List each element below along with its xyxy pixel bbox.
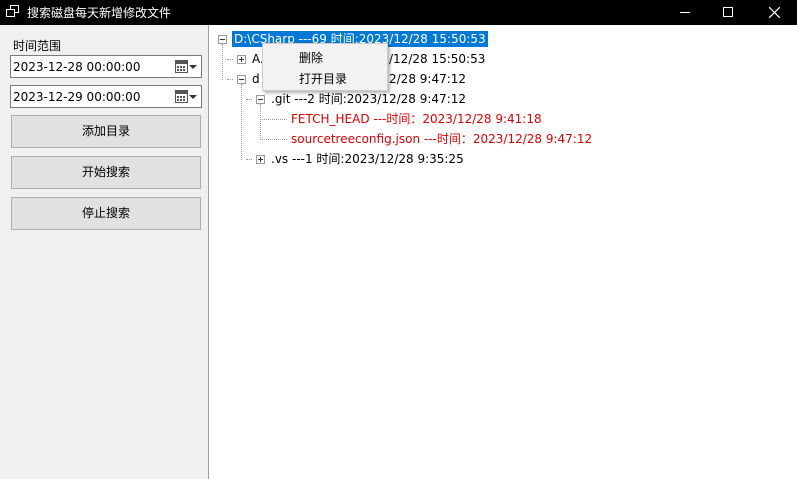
chevron-down-icon[interactable]	[189, 95, 197, 99]
minimize-icon	[680, 12, 690, 13]
tree-connector	[260, 139, 287, 140]
close-button[interactable]	[751, 0, 797, 25]
tree-connector	[246, 159, 252, 160]
maximize-icon	[723, 7, 733, 17]
add-directory-button[interactable]: 添加目录	[11, 115, 201, 148]
expand-toggle-icon[interactable]	[256, 155, 265, 164]
end-date-picker[interactable]: 2023-12-29 00:00:00	[10, 85, 202, 108]
end-date-value: 2023-12-29 00:00:00	[13, 90, 141, 104]
expand-toggle-icon[interactable]	[237, 55, 246, 64]
app-icon	[6, 5, 20, 18]
start-date-value: 2023-12-28 00:00:00	[13, 60, 141, 74]
tree-connector	[222, 44, 223, 80]
collapse-toggle-icon[interactable]	[256, 95, 265, 104]
menu-item-open-directory[interactable]: 打开目录	[299, 70, 347, 87]
tree-node-sourcetreeconfig[interactable]: sourcetreeconfig.json ---时间：2023/12/28 9…	[291, 131, 592, 147]
stop-search-button[interactable]: 停止搜索	[11, 197, 201, 230]
file-tree[interactable]: D:\CSharp ---69 时间:2023/12/28 15:50:53 A…	[209, 25, 797, 479]
start-search-button[interactable]: 开始搜索	[11, 156, 201, 189]
tree-connector	[227, 79, 233, 80]
tree-connector	[241, 84, 242, 160]
tree-connector	[227, 59, 233, 60]
tree-node-vs[interactable]: .vs ---1 时间:2023/12/28 9:35:25	[271, 151, 464, 167]
tree-connector	[260, 104, 261, 140]
tree-node-d-tail[interactable]: 2/28 9:47:12	[389, 71, 466, 87]
context-menu: 删除 打开目录	[262, 43, 388, 91]
window-title: 搜索磁盘每天新增修改文件	[27, 6, 172, 20]
minimize-button[interactable]	[662, 0, 708, 25]
tree-connector	[246, 99, 252, 100]
title-bar: 搜索磁盘每天新增修改文件	[0, 0, 797, 25]
maximize-button[interactable]	[705, 0, 751, 25]
sidebar: 时间范围 2023-12-28 00:00:00 2023-12-29 00:0…	[0, 25, 209, 479]
tree-node-d-head[interactable]: d	[252, 71, 260, 87]
tree-node-git[interactable]: .git ---2 时间:2023/12/28 9:47:12	[271, 91, 466, 107]
close-icon	[769, 7, 780, 18]
tree-connector	[260, 119, 287, 120]
chevron-down-icon[interactable]	[189, 65, 197, 69]
calendar-icon[interactable]	[175, 90, 188, 103]
tree-node-fetch-head[interactable]: FETCH_HEAD ---时间：2023/12/28 9:41:18	[291, 111, 542, 127]
time-range-label: 时间范围	[13, 39, 62, 53]
menu-item-delete[interactable]: 删除	[299, 49, 323, 66]
calendar-icon[interactable]	[175, 60, 188, 73]
collapse-toggle-icon[interactable]	[218, 35, 227, 44]
collapse-toggle-icon[interactable]	[237, 75, 246, 84]
start-date-picker[interactable]: 2023-12-28 00:00:00	[10, 55, 202, 78]
tree-node-a-tail[interactable]: /12/28 15:50:53	[389, 51, 485, 67]
